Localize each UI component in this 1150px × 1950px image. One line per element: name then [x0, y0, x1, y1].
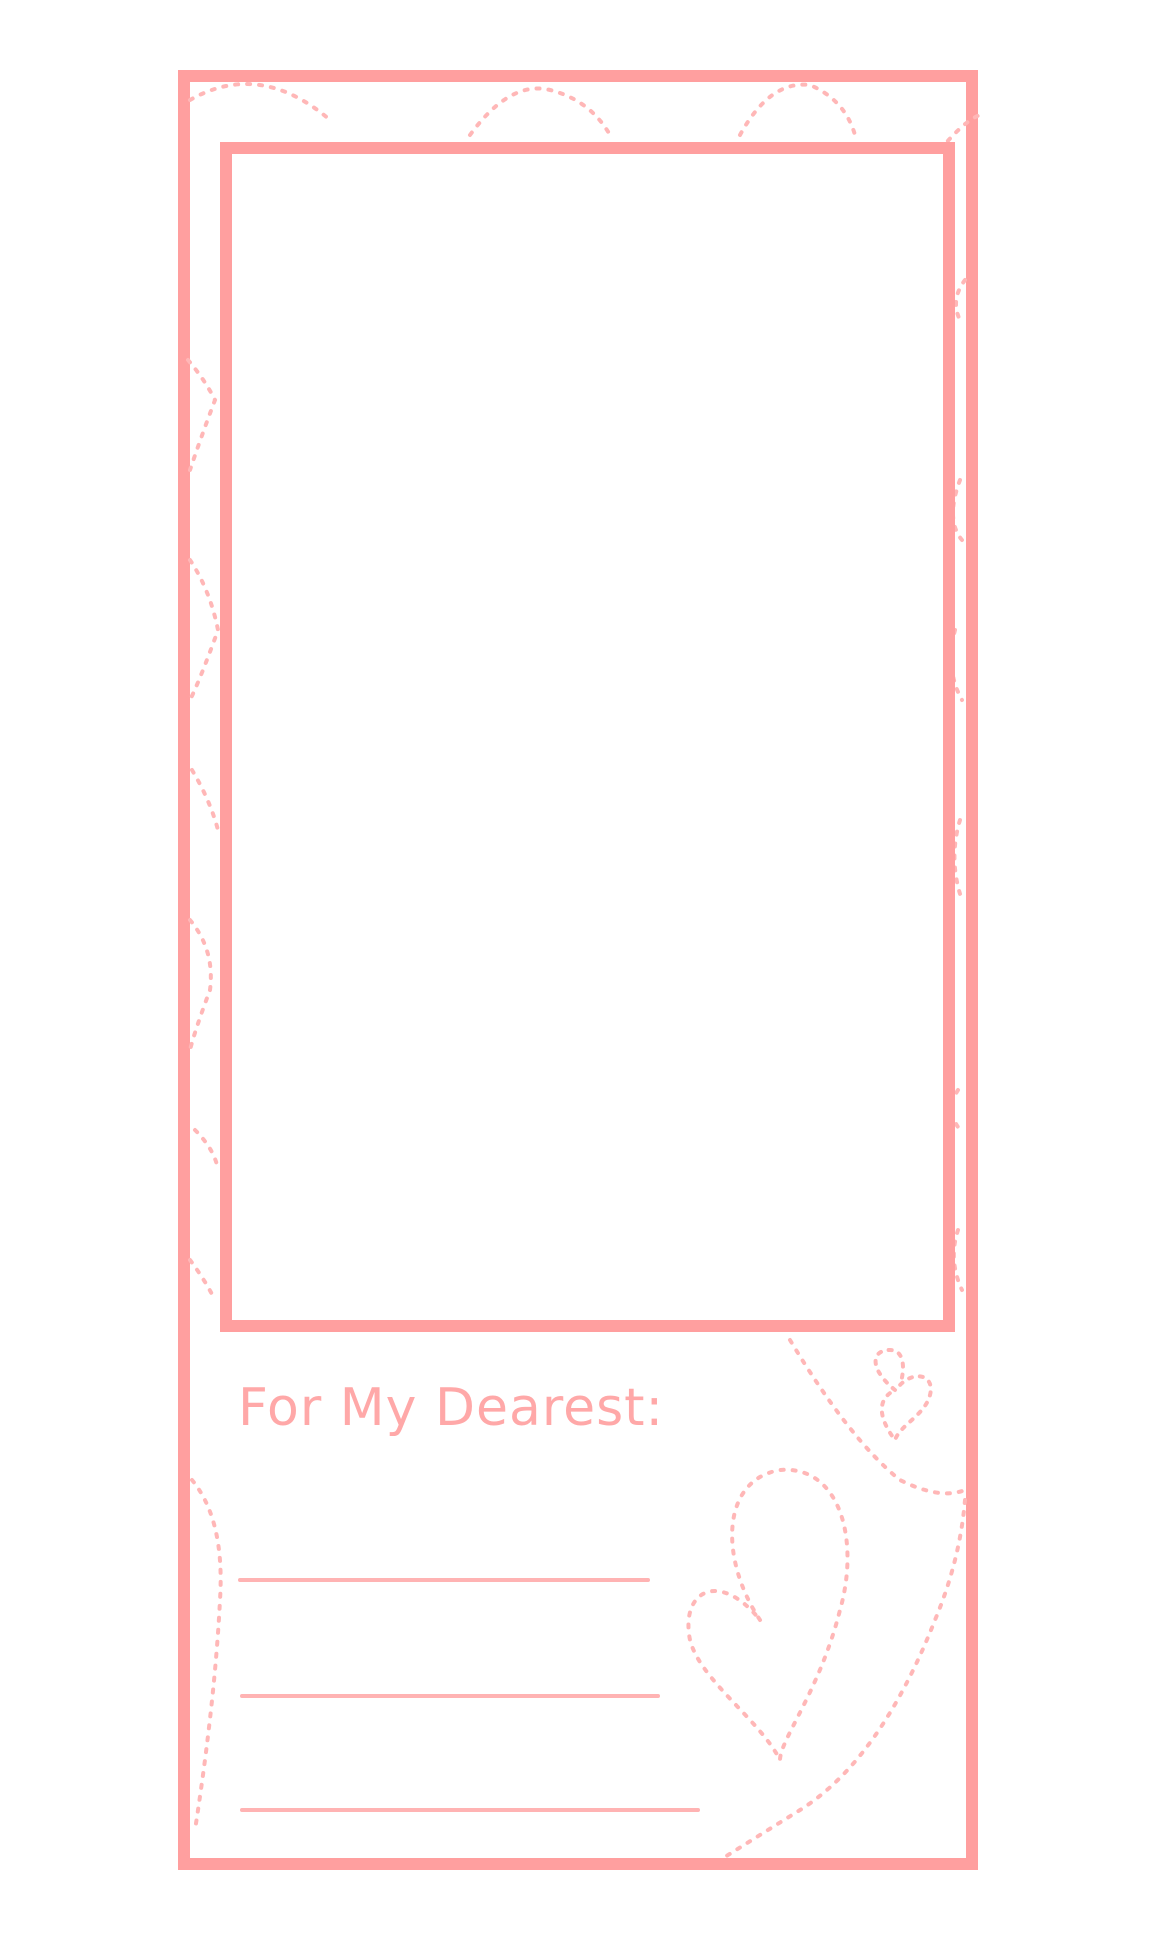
photo-slot[interactable]: [220, 142, 955, 1332]
writing-line-1[interactable]: [238, 1578, 650, 1582]
caption-for-my-dearest: For My Dearest:: [238, 1378, 665, 1438]
writing-line-2[interactable]: [240, 1694, 660, 1698]
writing-line-3[interactable]: [240, 1808, 700, 1812]
